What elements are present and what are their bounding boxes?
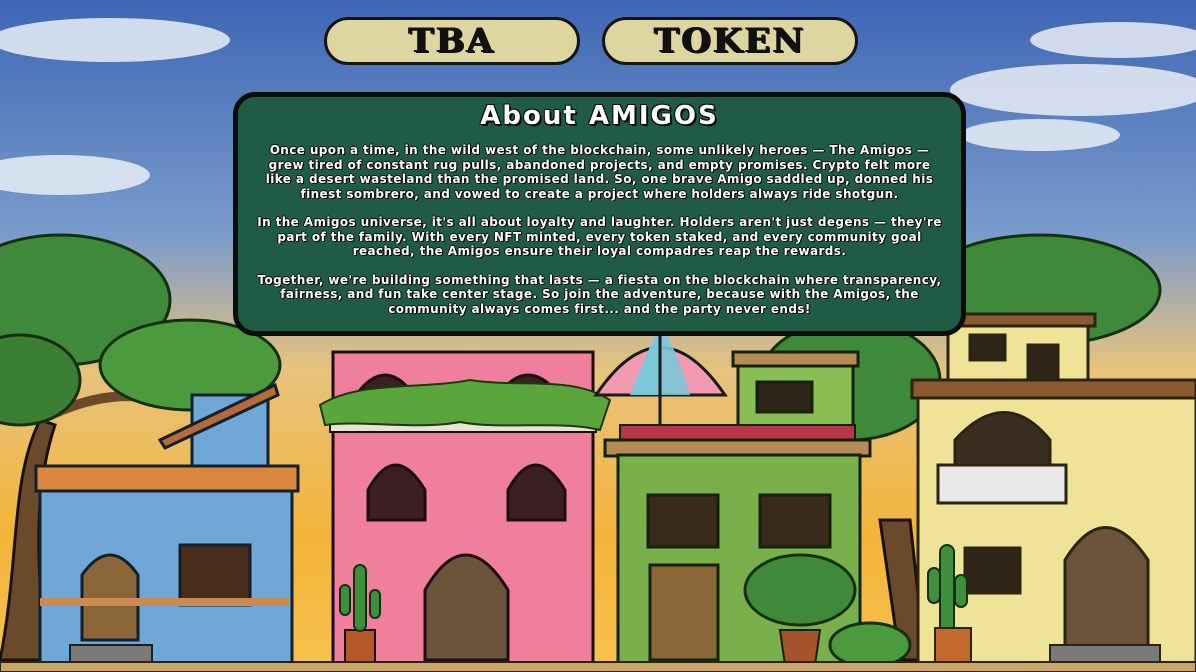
about-panel: About AMIGOS Once upon a time, in the wi… — [233, 92, 966, 336]
about-paragraph-1: Once upon a time, in the wild west of th… — [265, 143, 934, 201]
about-paragraph-3: Together, we're building something that … — [257, 272, 942, 316]
about-paragraph-2: In the Amigos universe, it's all about l… — [257, 215, 942, 258]
pink-house — [318, 350, 612, 666]
about-title: About AMIGOS — [480, 101, 719, 131]
token-button[interactable]: TOKEN — [602, 17, 858, 65]
tba-button[interactable]: TBA — [324, 17, 580, 65]
